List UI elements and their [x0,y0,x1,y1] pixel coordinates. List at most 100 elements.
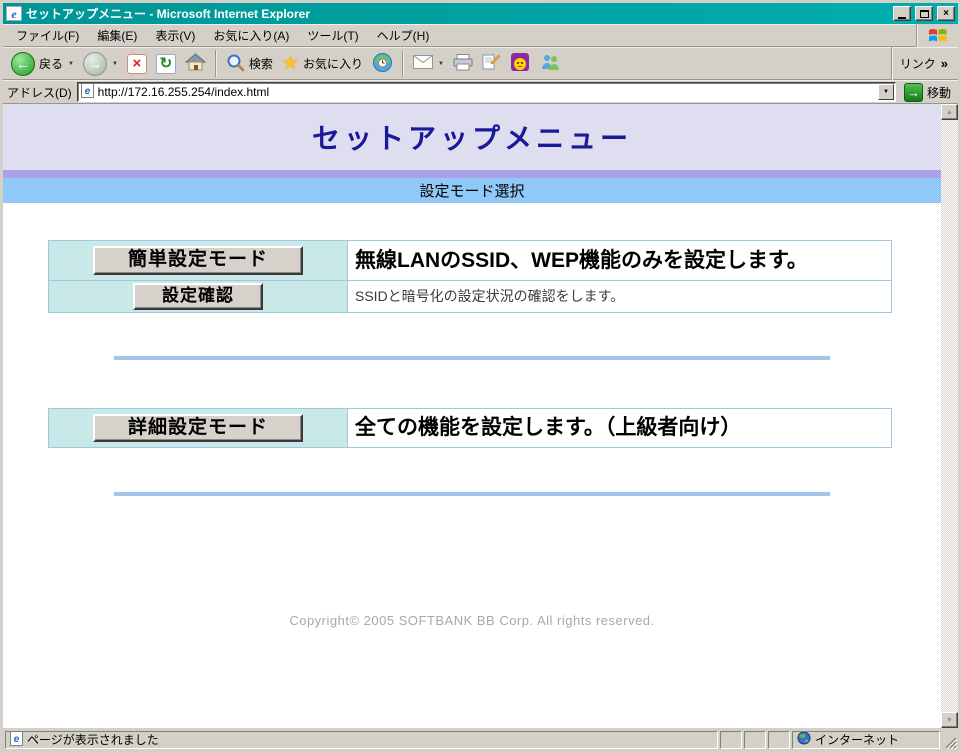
section-header-label: 設定モード選択 [419,183,525,200]
back-label: 戻る [39,57,64,71]
page-header-band: セットアップメニュー [3,104,941,170]
history-button[interactable] [368,50,397,78]
toolbar-separator [402,50,404,77]
address-url: http://172.16.255.254/index.html [97,85,270,99]
table-row: 簡単設定モード 無線LANのSSID、WEP機能のみを設定します。 [48,240,892,281]
messenger-button[interactable] [535,51,565,76]
address-dropdown-button[interactable]: ▼ [877,84,894,100]
links-label: リンク [899,57,936,71]
status-bar: e ページが表示されました インターネット [3,728,958,750]
detail-setup-table: 詳細設定モード 全ての機能を設定します。（上級者向け） [48,407,892,449]
table-row: 設定確認 SSIDと暗号化の設定状況の確認をします。 [48,279,892,313]
page-icon: e [80,83,94,101]
status-panel-empty [720,730,742,749]
page-title: セットアップメニュー [311,123,632,154]
edit-icon [482,53,501,74]
svg-text:e: e [14,734,20,745]
menu-item-favorites[interactable]: お気に入り(A) [204,24,298,47]
status-panel-empty [768,730,790,749]
menu-item-tools[interactable]: ツール(T) [298,24,367,47]
status-message-panel: e ページが表示されました [5,730,718,749]
go-arrow-icon: → [903,82,923,102]
section-divider [114,355,830,360]
status-message: ページが表示されました [27,733,159,747]
mail-icon [413,55,433,72]
refresh-icon: ↻ [155,53,176,74]
check-description: SSIDと暗号化の設定状況の確認をします。 [355,288,625,305]
address-label: アドレス(D) [7,85,72,100]
yahoo-messenger-button[interactable] [506,50,534,77]
yahoo-messenger-icon [510,52,530,75]
back-dropdown-icon[interactable]: ▼ [68,61,74,67]
menu-item-view[interactable]: 表示(V) [146,24,204,47]
simple-setup-table: 簡単設定モード 無線LANのSSID、WEP機能のみを設定します。 設定確認 S… [48,240,892,313]
toolbar-separator [214,50,217,77]
favorites-label: お気に入り [302,57,363,71]
vertical-scrollbar[interactable]: ▲ ▼ [941,104,958,728]
address-bar: アドレス(D) e http://172.16.255.254/index.ht… [3,80,958,104]
minimize-icon [898,16,906,19]
refresh-button[interactable]: ↻ [152,52,180,76]
simple-mode-button-cell: 簡単設定モード [48,240,348,281]
forward-dropdown-icon[interactable]: ▼ [112,61,118,67]
browser-viewport: セットアップメニュー 設定モード選択 簡単設定モード 無線LANのSSID、WE… [3,104,958,728]
detail-mode-description-cell: 全ての機能を設定します。（上級者向け） [347,407,892,449]
title-bar[interactable]: e セットアップメニュー - Microsoft Internet Explor… [3,3,958,24]
resize-grip[interactable] [942,731,957,749]
star-icon: ★ [281,53,299,74]
maximize-icon [919,9,929,18]
setup-page: セットアップメニュー 設定モード選択 簡単設定モード 無線LANのSSID、WE… [3,104,941,728]
detail-mode-button[interactable]: 詳細設定モード [93,413,303,443]
simple-mode-description: 無線LANのSSID、WEP機能のみを設定します。 [355,248,808,272]
copyright-text: Copyright© 2005 SOFTBANK BB Corp. All ri… [289,613,655,629]
menu-item-file[interactable]: ファイル(F) [7,24,88,47]
history-globe-icon [372,52,393,76]
home-button[interactable] [181,51,210,76]
minimize-button[interactable] [893,6,911,21]
back-button[interactable]: ← 戻る ▼ [7,50,78,78]
menu-item-edit[interactable]: 編集(E) [88,24,146,47]
security-zone-panel: インターネット [792,730,940,749]
windows-logo-icon [916,24,958,47]
scroll-down-button[interactable]: ▼ [941,712,958,728]
print-button[interactable] [449,52,477,76]
detail-mode-button-cell: 詳細設定モード [48,407,348,449]
page-icon: e [10,731,23,748]
go-button[interactable]: → 移動 [901,82,954,102]
search-icon [226,53,245,75]
maximize-button[interactable] [915,6,933,21]
check-description-cell: SSIDと暗号化の設定状況の確認をします。 [347,279,892,313]
messenger-icon [539,53,561,74]
edit-button[interactable] [478,51,505,76]
links-bar[interactable]: リンク » [890,47,954,80]
scroll-up-button[interactable]: ▲ [941,104,958,120]
chevron-right-icon[interactable]: » [941,56,948,71]
search-button[interactable]: 検索 [222,51,277,77]
purple-stripe [3,170,941,178]
setting-check-button[interactable]: 設定確認 [133,282,263,310]
menu-item-help[interactable]: ヘルプ(H) [368,24,439,47]
go-label: 移動 [926,85,951,100]
mail-button[interactable]: ▼ [409,53,448,74]
section-header-bar: 設定モード選択 [3,178,941,203]
toolbar: ← 戻る ▼ → ▼ × ↻ 検索 ★ お気に入り ▼ リンク » [3,47,958,80]
browser-window: e セットアップメニュー - Microsoft Internet Explor… [0,0,961,753]
status-panel-empty [744,730,766,749]
stop-button[interactable]: × [123,52,151,76]
forward-button[interactable]: → ▼ [79,50,122,78]
ie-icon: e [6,6,22,21]
forward-icon: → [82,51,107,76]
globe-icon [797,731,811,748]
svg-text:e: e [84,86,90,97]
window-title: セットアップメニュー - Microsoft Internet Explorer [26,7,311,21]
close-button[interactable]: × [937,6,955,21]
simple-mode-button[interactable]: 簡単設定モード [93,246,303,275]
favorites-button[interactable]: ★ お気に入り [278,52,367,75]
print-icon [453,53,473,74]
internet-zone-label: インターネット [815,733,900,747]
search-label: 検索 [248,57,273,71]
stop-icon: × [126,53,147,74]
simple-mode-description-cell: 無線LANのSSID、WEP機能のみを設定します。 [347,240,892,281]
address-input[interactable]: e http://172.16.255.254/index.html ▼ [76,82,896,102]
mail-dropdown-icon[interactable]: ▼ [438,61,444,67]
